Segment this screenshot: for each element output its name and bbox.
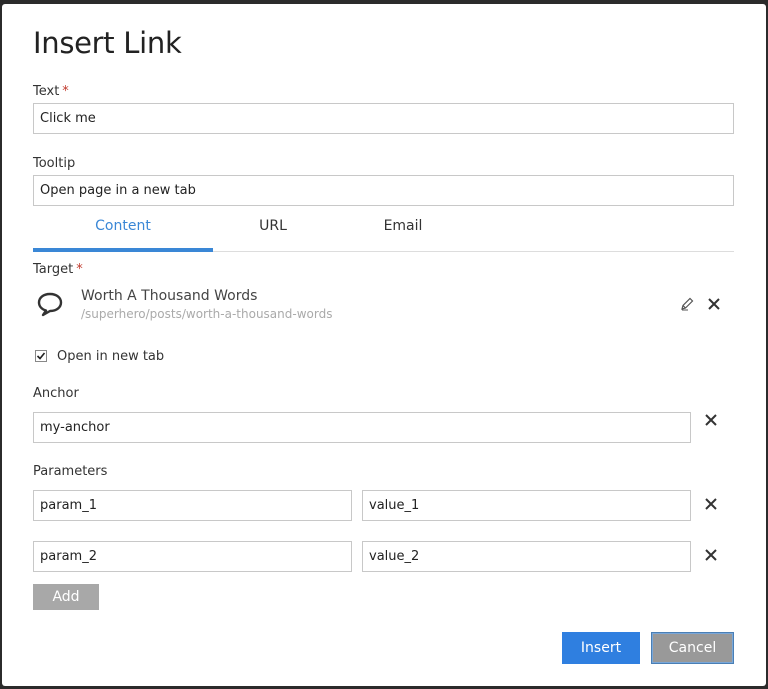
remove-param-close-icon[interactable] [701, 545, 721, 565]
param-name-input[interactable]: param_1 [33, 490, 352, 521]
required-mark: * [62, 84, 69, 99]
insert-link-dialog: Insert Link Text * Click me Tooltip Open … [2, 4, 766, 686]
parameters-label: Parameters [33, 464, 108, 479]
tab-email[interactable]: Email [313, 208, 493, 252]
param-value-input[interactable]: value_1 [362, 490, 691, 521]
required-mark: * [76, 262, 83, 277]
target-label: Target [33, 262, 74, 277]
text-input[interactable]: Click me [33, 103, 734, 134]
tooltip-label: Tooltip [33, 156, 76, 171]
param-name-input[interactable]: param_2 [33, 541, 352, 572]
param-value-input[interactable]: value_2 [362, 541, 691, 572]
link-type-tabs: Content URL Email [33, 208, 734, 252]
edit-target-pencil-icon[interactable] [677, 294, 697, 314]
clear-target-close-icon[interactable] [704, 294, 724, 314]
cancel-button[interactable]: Cancel [651, 632, 734, 664]
anchor-input[interactable]: my-anchor [33, 412, 691, 443]
text-label: Text [33, 84, 60, 99]
target-path: /superhero/posts/worth-a-thousand-words [81, 307, 333, 321]
add-parameter-button[interactable]: Add [33, 584, 99, 610]
insert-button[interactable]: Insert [562, 632, 640, 664]
anchor-label: Anchor [33, 386, 79, 401]
speech-bubble-icon [36, 291, 64, 317]
tooltip-input[interactable]: Open page in a new tab [33, 175, 734, 206]
remove-param-close-icon[interactable] [701, 494, 721, 514]
dialog-title: Insert Link [33, 26, 182, 60]
text-field-label: Text * [33, 84, 69, 99]
target-field-label: Target * [33, 262, 83, 277]
target-title: Worth A Thousand Words [81, 288, 258, 304]
clear-anchor-close-icon[interactable] [701, 410, 721, 430]
open-new-tab-checkbox[interactable] [35, 350, 47, 362]
open-new-tab-label: Open in new tab [57, 349, 165, 364]
